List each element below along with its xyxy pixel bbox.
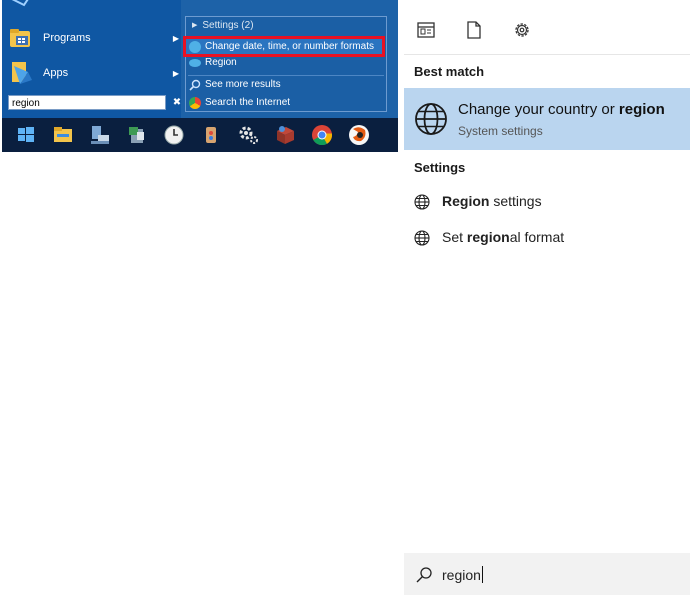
settings-filter-icon[interactable]	[512, 20, 532, 40]
best-match-subtitle: System settings	[458, 124, 543, 138]
see-more-results-link[interactable]: See more results	[189, 77, 385, 93]
menu-item-apps[interactable]: Apps ▶	[2, 58, 181, 88]
file-explorer-icon[interactable]	[51, 123, 75, 147]
best-match-title: Change your country or region	[458, 101, 665, 118]
chrome-icon	[189, 97, 201, 109]
menu-item-label: Apps	[43, 67, 69, 79]
firefox-icon[interactable]	[347, 123, 371, 147]
search-filter-bar	[404, 0, 690, 55]
clock-icon[interactable]	[162, 123, 186, 147]
paint-icon[interactable]	[199, 123, 223, 147]
best-match-heading: Best match	[414, 64, 485, 79]
clear-search-icon[interactable]: ✖	[172, 95, 182, 110]
result-label: See more results	[205, 79, 281, 90]
globe-icon	[414, 194, 430, 210]
setting-set-regional-format[interactable]: Set regional format	[404, 222, 690, 254]
recycle-icon[interactable]	[125, 123, 149, 147]
globe-icon	[414, 102, 448, 136]
gear-icon[interactable]	[236, 123, 260, 147]
search-results-flyout: ▶ Settings (2) Change date, time, or num…	[183, 16, 388, 112]
setting-label: Region settings	[442, 193, 542, 209]
label-bold: Region	[442, 193, 490, 209]
region-globe-icon	[189, 58, 201, 67]
taskbar-search-box[interactable]: region	[404, 553, 690, 595]
chevron-right-icon: ▶	[192, 22, 198, 29]
windows-start-icon[interactable]	[14, 123, 38, 147]
chevron-right-icon: ▶	[172, 68, 179, 78]
search-value: region	[442, 567, 481, 583]
result-label: Search the Internet	[205, 97, 291, 108]
results-header-label: Settings (2)	[202, 20, 254, 31]
label-rest: al format	[509, 229, 565, 245]
label-prefix: Set	[442, 229, 467, 245]
menu-item-label: Programs	[43, 32, 91, 44]
result-label: Change date, time, or number formats	[205, 41, 374, 52]
start-search-input[interactable]: region	[8, 95, 166, 110]
result-region[interactable]: Region	[189, 58, 385, 67]
menu-item-programs[interactable]: Programs ▶	[2, 23, 181, 53]
apps-icon	[8, 60, 34, 86]
taskbar	[2, 118, 398, 152]
apps-filter-icon[interactable]	[416, 20, 436, 40]
result-change-date-time-formats[interactable]: Change date, time, or number formats	[189, 39, 385, 55]
network-icon[interactable]	[88, 123, 112, 147]
label-bold: region	[466, 229, 510, 245]
result-label: Region	[205, 58, 237, 67]
results-divider	[188, 75, 384, 76]
highlight-wrap: Change date, time, or number formats	[183, 36, 386, 58]
setting-label: Set regional format	[442, 229, 564, 245]
search-icon	[189, 79, 201, 91]
setting-region-settings[interactable]: Region settings	[404, 186, 690, 218]
chrome-icon[interactable]	[310, 123, 334, 147]
search-internet-link[interactable]: Search the Internet	[189, 95, 385, 111]
chevron-right-icon: ▶	[172, 33, 179, 43]
classic-start-menu: Programs ▶ Apps ▶ region ✖ ▶ Settings (2…	[2, 0, 398, 152]
text-caret	[481, 566, 483, 583]
label-rest: settings	[489, 193, 542, 209]
settings-heading: Settings	[414, 160, 466, 175]
best-match-result[interactable]: Change your country or region System set…	[404, 88, 690, 150]
programs-folder-icon	[8, 25, 34, 51]
region-globe-icon	[189, 41, 201, 53]
search-icon	[416, 567, 432, 583]
package-icon[interactable]	[273, 123, 297, 147]
title-prefix: Change your country or	[458, 101, 619, 118]
globe-icon	[414, 230, 430, 246]
title-bold: region	[618, 101, 665, 118]
results-group-header[interactable]: ▶ Settings (2)	[192, 18, 388, 34]
partial-menu-icon	[10, 0, 30, 7]
documents-filter-icon[interactable]	[464, 20, 484, 40]
windows10-search-panel: Best match Change your country or region…	[404, 0, 690, 597]
search-input[interactable]: region	[442, 566, 483, 583]
